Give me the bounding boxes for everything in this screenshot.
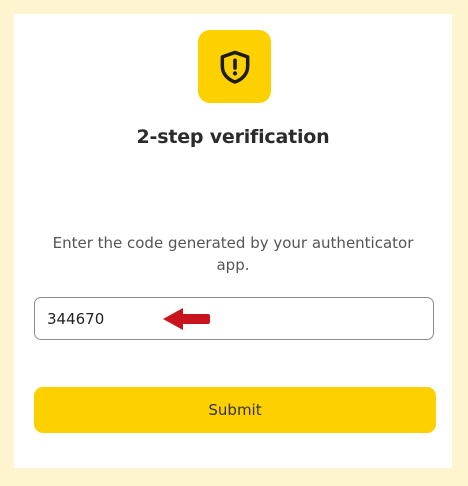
shield-alert-icon	[220, 50, 249, 84]
app-icon-tile	[198, 30, 271, 103]
red-arrow-left-icon	[161, 307, 213, 331]
instruction-text: Enter the code generated by your authent…	[52, 234, 414, 274]
verification-code-input[interactable]	[34, 297, 434, 340]
verification-card: 2-step verification Enter the code gener…	[14, 14, 452, 468]
page-title: 2-step verification	[136, 126, 330, 148]
submit-button[interactable]: Submit	[34, 387, 436, 433]
